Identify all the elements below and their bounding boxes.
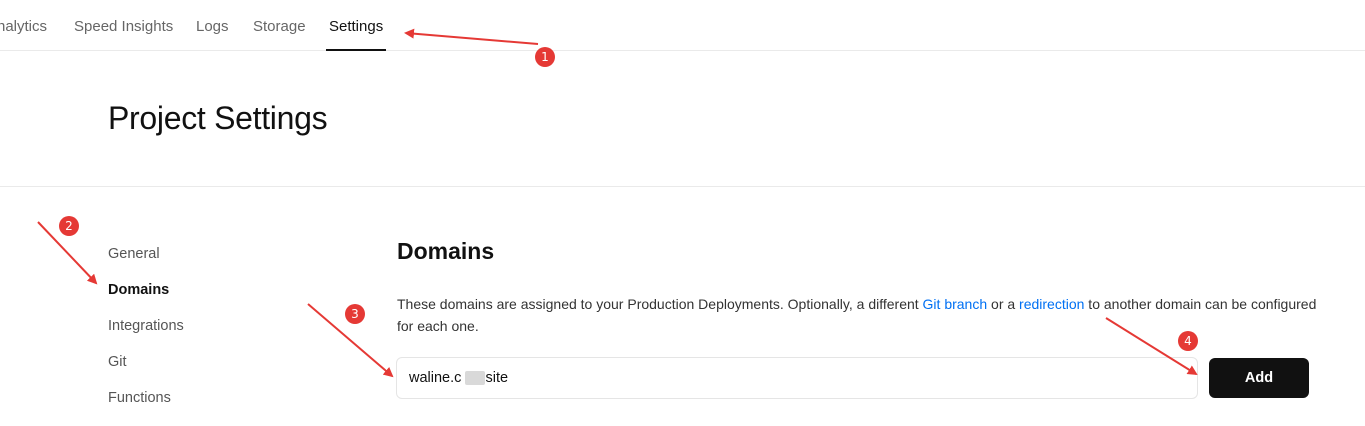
header-divider bbox=[0, 186, 1365, 187]
add-domain-button[interactable]: Add bbox=[1209, 358, 1309, 398]
sidebar-item-domains[interactable]: Domains bbox=[108, 282, 169, 298]
domain-input[interactable] bbox=[396, 357, 1198, 399]
sidebar-item-functions[interactable]: Functions bbox=[108, 390, 171, 406]
redirection-link[interactable]: redirection bbox=[1019, 296, 1084, 312]
tab-analytics[interactable]: nalytics bbox=[0, 18, 47, 35]
annotation-badge-2: 2 bbox=[59, 216, 79, 236]
tab-speed-insights[interactable]: Speed Insights bbox=[74, 18, 173, 35]
sidebar-item-general[interactable]: General bbox=[108, 246, 160, 262]
desc-text-1: These domains are assigned to your Produ… bbox=[397, 296, 923, 312]
annotation-arrow-3 bbox=[307, 303, 394, 378]
svg-text:3: 3 bbox=[351, 307, 359, 321]
redacted-text bbox=[465, 371, 485, 385]
sidebar-item-git[interactable]: Git bbox=[108, 354, 127, 370]
git-branch-link[interactable]: Git branch bbox=[923, 296, 988, 312]
svg-text:1: 1 bbox=[541, 50, 549, 64]
active-tab-indicator bbox=[326, 49, 386, 51]
annotation-badge-3: 3 bbox=[345, 304, 365, 324]
tab-settings[interactable]: Settings bbox=[329, 18, 383, 35]
annotation-arrow-2 bbox=[37, 221, 98, 285]
svg-text:2: 2 bbox=[65, 219, 73, 233]
desc-text-2: or a bbox=[987, 296, 1020, 312]
project-top-nav: nalytics Speed Insights Logs Storage Set… bbox=[0, 0, 1365, 51]
domains-section-title: Domains bbox=[397, 238, 495, 264]
sidebar-item-integrations[interactable]: Integrations bbox=[108, 318, 184, 334]
tab-storage[interactable]: Storage bbox=[253, 18, 306, 35]
domains-description: These domains are assigned to your Produ… bbox=[397, 293, 1317, 337]
tab-logs[interactable]: Logs bbox=[196, 18, 229, 35]
page-title: Project Settings bbox=[108, 100, 328, 136]
